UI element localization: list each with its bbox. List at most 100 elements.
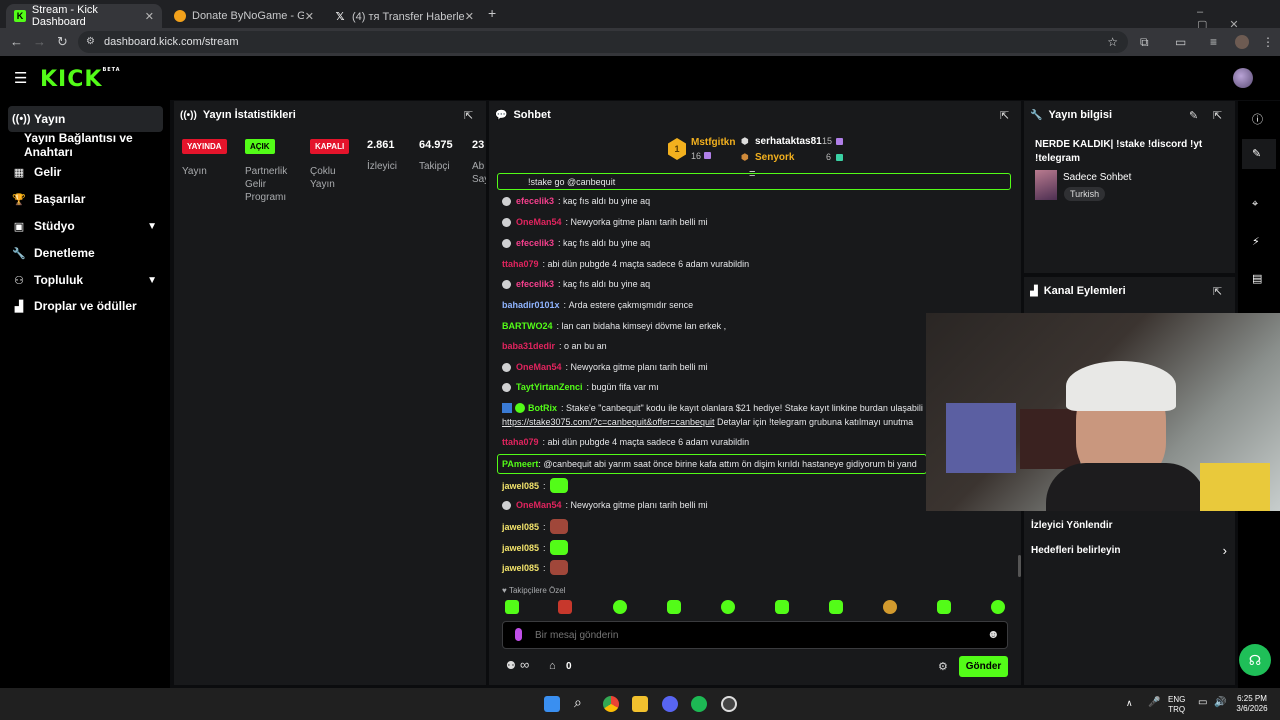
forward-icon[interactable]: → bbox=[33, 34, 46, 49]
gifter-3-name[interactable]: Senyork bbox=[755, 152, 794, 163]
info-icon[interactable]: ⓘ bbox=[1252, 111, 1263, 127]
chat-title: 💬 Sohbet bbox=[495, 109, 551, 121]
tab-kick-dashboard[interactable]: K Stream - Kick Dashboard ✕ bbox=[6, 4, 162, 28]
lightning-icon[interactable]: ⚡ bbox=[1252, 235, 1260, 248]
hamburger-menu-icon[interactable]: ☰ bbox=[14, 69, 27, 87]
bookmark-star-icon[interactable]: ☆ bbox=[1107, 31, 1118, 53]
sidebar-item-denetleme[interactable]: 🔧 Denetleme bbox=[8, 240, 163, 266]
windows-start-icon[interactable] bbox=[544, 696, 560, 712]
set-goals-action[interactable]: Hedefleri belirleyin › bbox=[1031, 543, 1227, 559]
partner-badge: AÇIK bbox=[245, 139, 275, 154]
tray-overflow-icon[interactable]: ∧ bbox=[1126, 698, 1133, 709]
chrome-icon[interactable] bbox=[603, 696, 619, 712]
emote-7-icon[interactable] bbox=[829, 600, 843, 614]
chat-message: OneMan54: Newyorka gitme planı tarih bel… bbox=[502, 217, 708, 227]
send-button[interactable]: Gönder bbox=[959, 656, 1008, 677]
language-indicator[interactable]: ENG TRQ bbox=[1168, 695, 1185, 715]
user-avatar[interactable] bbox=[1233, 68, 1253, 88]
broadcast-icon: ((•)) bbox=[180, 109, 197, 121]
emote-5-icon[interactable] bbox=[721, 600, 735, 614]
spotify-icon[interactable] bbox=[691, 696, 707, 712]
close-tab-icon[interactable]: ✕ bbox=[145, 10, 154, 23]
file-explorer-icon[interactable] bbox=[632, 696, 648, 712]
emote-1-icon[interactable] bbox=[505, 600, 519, 614]
x-favicon-icon: 𝕏 bbox=[335, 10, 345, 23]
emote-2-icon[interactable] bbox=[558, 600, 572, 614]
taskbar: ⌕ ∧ 🎤 ENG TRQ ▭ 🔊 6:25 PM 3/6/2026 bbox=[0, 688, 1280, 720]
search-icon[interactable]: ⌕ bbox=[574, 694, 582, 711]
tab-x-transfer[interactable]: 𝕏 (4) тя Transfer Haberleri 🏁 on ✕ bbox=[326, 4, 482, 28]
kick-logo[interactable]: KICKBETA bbox=[40, 67, 121, 92]
category-name[interactable]: Sadece Sohbet bbox=[1063, 172, 1131, 183]
close-tab-icon[interactable]: ✕ bbox=[465, 10, 474, 23]
multistream-caption: Çoklu Yayın bbox=[310, 166, 336, 190]
menu-icon[interactable]: ⋮ bbox=[1262, 35, 1274, 49]
popout-icon[interactable]: ⇱ bbox=[464, 109, 473, 122]
gift-icon: ▟ bbox=[14, 300, 24, 313]
support-headset-icon[interactable]: ☊ bbox=[1239, 644, 1271, 676]
emote-4-icon[interactable] bbox=[667, 600, 681, 614]
emote-10-icon[interactable] bbox=[991, 600, 1005, 614]
site-info-icon[interactable]: ⚙ bbox=[86, 31, 95, 53]
tab-donate[interactable]: Donate ByNoGame - Gelen/Gid ✕ bbox=[166, 4, 322, 28]
popout-icon[interactable]: ⇱ bbox=[1000, 109, 1009, 122]
stream-title: NERDE KALDIK| !stake !discord !yt !teleg… bbox=[1035, 139, 1203, 164]
focus-icon[interactable]: ⌖ bbox=[1252, 198, 1258, 211]
popout-icon[interactable]: ⇱ bbox=[1213, 285, 1222, 298]
sidebar-item-basarilar[interactable]: 🏆 Başarılar bbox=[8, 186, 163, 212]
volume-icon[interactable]: 🔊 bbox=[1214, 697, 1226, 708]
reload-icon[interactable]: ↻ bbox=[57, 34, 68, 50]
popout-icon[interactable]: ⇱ bbox=[1213, 109, 1222, 122]
sidebar-item-topluluk[interactable]: ⚇ Topluluk ▼ bbox=[8, 267, 163, 293]
top-gifter-name[interactable]: Mstfgitkn bbox=[691, 137, 735, 148]
medal-2-icon: ⬢ bbox=[741, 136, 749, 146]
notes-icon[interactable]: ▤ bbox=[1252, 272, 1262, 285]
mic-tray-icon[interactable]: 🎤 bbox=[1148, 697, 1160, 708]
set-goals-label: Hedefleri belirleyin bbox=[1031, 545, 1121, 556]
pencil-icon[interactable]: ✎ bbox=[1252, 147, 1261, 160]
chat-input[interactable]: ☻ bbox=[502, 621, 1008, 649]
live-badge: YAYINDA bbox=[182, 139, 227, 154]
back-icon[interactable]: ← bbox=[10, 34, 23, 49]
network-icon[interactable]: ▭ bbox=[1198, 697, 1207, 708]
sub-gift-icon bbox=[836, 138, 843, 145]
channel-points-icon[interactable]: ⚉ bbox=[506, 659, 516, 672]
cast-icon[interactable]: ▭ bbox=[1175, 35, 1186, 49]
address-input[interactable]: ⚙ dashboard.kick.com/stream ☆ bbox=[78, 31, 1128, 53]
tab-title: Donate ByNoGame - Gelen/Gid bbox=[192, 10, 304, 22]
emote-6-icon[interactable] bbox=[775, 600, 789, 614]
chat-scrollbar[interactable] bbox=[1018, 555, 1021, 577]
reading-list-icon[interactable]: ≡ bbox=[1210, 35, 1217, 49]
emote-8-icon[interactable] bbox=[883, 600, 897, 614]
emote-9-icon[interactable] bbox=[937, 600, 951, 614]
discord-icon[interactable] bbox=[662, 696, 678, 712]
obs-icon[interactable] bbox=[721, 696, 737, 712]
microphone-icon[interactable] bbox=[515, 628, 522, 641]
stake-link[interactable]: https://stake3075.com/?c=canbequit&offer… bbox=[502, 417, 714, 427]
trophy-icon: 🏆 bbox=[12, 193, 26, 206]
emoji-picker-icon[interactable]: ☻ bbox=[987, 627, 1000, 641]
extensions-icon[interactable]: ⧉ bbox=[1140, 35, 1149, 50]
sidebar-item-gelir[interactable]: ▦ Gelir bbox=[8, 159, 163, 185]
profile-avatar-icon[interactable] bbox=[1235, 35, 1249, 49]
chat-message: ttaha079: abi dün pubgde 4 maçta sadece … bbox=[502, 437, 750, 447]
clock[interactable]: 6:25 PM 3/6/2026 bbox=[1230, 694, 1274, 714]
message-input[interactable] bbox=[535, 627, 975, 643]
sidebar-item-studyo[interactable]: ▣ Stüdyo ▼ bbox=[8, 213, 163, 239]
chat-message: efecelik3: kaç fıs aldı bu yine aq bbox=[502, 196, 650, 206]
sidebar-item-yayin[interactable]: ((•)) Yayın bbox=[8, 106, 163, 132]
partner-caption: Partnerlik Gelir Programı bbox=[245, 166, 288, 203]
chat-settings-icon[interactable]: ⚙ bbox=[938, 660, 948, 673]
emote-3-icon[interactable] bbox=[613, 600, 627, 614]
viewer-redirect-action[interactable]: İzleyici Yönlendir bbox=[1031, 520, 1113, 531]
chat-bubble-icon: 💬 bbox=[495, 109, 508, 121]
new-tab-button[interactable]: + bbox=[488, 5, 496, 21]
gifter-2-name[interactable]: serhataktas81 bbox=[755, 136, 822, 147]
sidebar: ((•)) Yayın Yayın Bağlantısı ve Anahtarı… bbox=[0, 100, 170, 688]
sidebar-item-droplar[interactable]: ▟ Droplar ve ödüller bbox=[8, 293, 163, 319]
close-tab-icon[interactable]: ✕ bbox=[305, 10, 314, 23]
sidebar-item-stream-key[interactable]: Yayın Bağlantısı ve Anahtarı bbox=[20, 131, 170, 159]
store-icon[interactable]: ⌂ bbox=[549, 660, 556, 672]
edit-pencil-icon[interactable]: ✎ bbox=[1189, 109, 1198, 122]
sidebar-item-label: Denetleme bbox=[34, 246, 95, 260]
